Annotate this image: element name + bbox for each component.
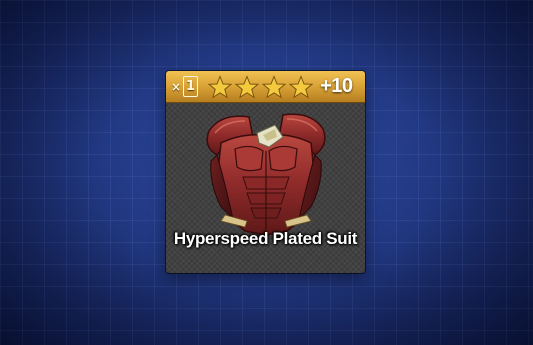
quantity-value: 1 (183, 76, 199, 97)
upgrade-level: +10 (320, 75, 353, 97)
star-rating (207, 74, 314, 99)
star-icon (207, 74, 233, 98)
star-icon (234, 74, 260, 98)
star-icon (288, 74, 314, 98)
gear-item-card[interactable]: × 1 +10 Hyperspeed Plated Suit (166, 71, 365, 273)
item-name: Hyperspeed Plated Suit (173, 229, 358, 248)
card-header: × 1 +10 (166, 71, 365, 103)
star-icon (261, 74, 287, 98)
quantity-prefix: × (171, 79, 182, 94)
